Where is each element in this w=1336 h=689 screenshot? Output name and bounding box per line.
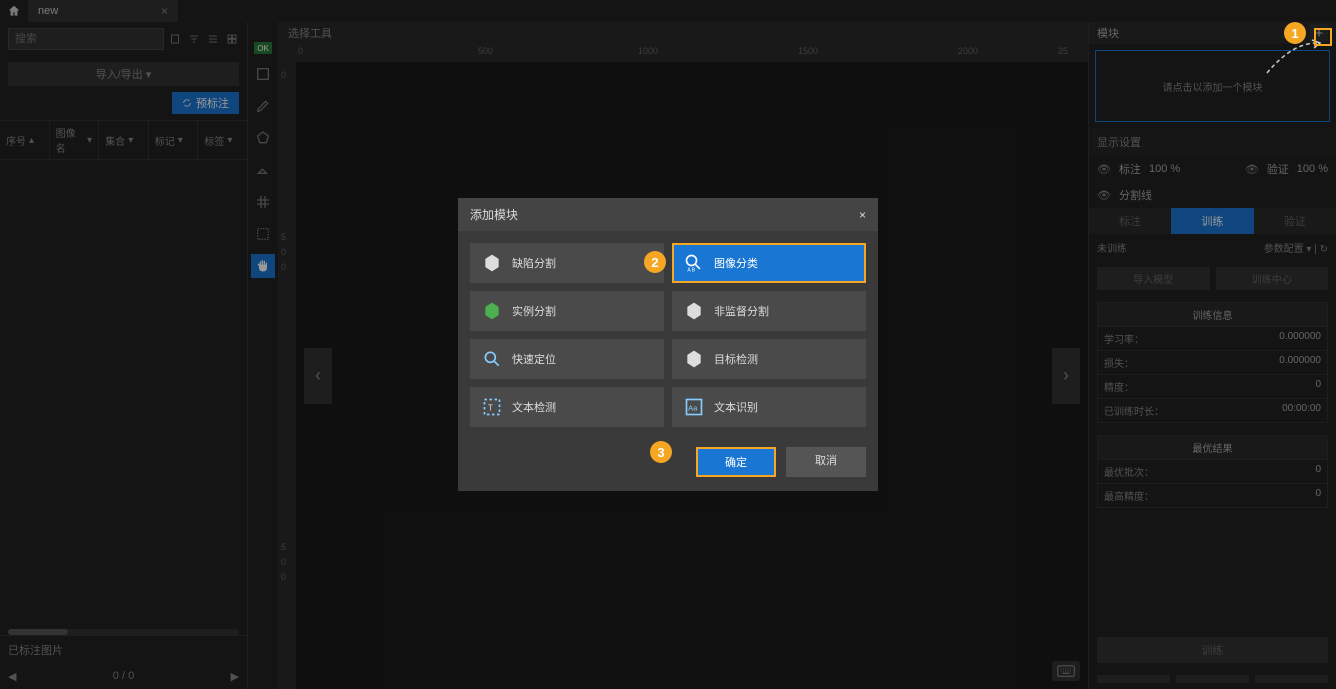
magnifier-icon xyxy=(482,349,502,369)
option-defect-segmentation[interactable]: 缺陷分割 xyxy=(470,243,664,283)
option-image-classification[interactable]: A B 图像分类 2 xyxy=(672,243,866,283)
text-detect-icon: T xyxy=(482,397,502,417)
add-module-dialog: 添加模块 × 缺陷分割 A B 图像分类 2 实例分割 非监督分割 xyxy=(458,198,878,491)
dialog-cancel-button[interactable]: 取消 xyxy=(786,447,866,477)
hexagon-icon xyxy=(684,301,704,321)
option-fast-localization[interactable]: 快速定位 xyxy=(470,339,664,379)
option-instance-segmentation[interactable]: 实例分割 xyxy=(470,291,664,331)
hexagon-icon xyxy=(684,349,704,369)
hexagon-green-icon xyxy=(482,301,502,321)
step-badge-2: 2 xyxy=(644,251,666,273)
step-1-highlight xyxy=(1314,28,1332,46)
dialog-overlay: 添加模块 × 缺陷分割 A B 图像分类 2 实例分割 非监督分割 xyxy=(0,0,1336,689)
option-text-detection[interactable]: T 文本检测 xyxy=(470,387,664,427)
svg-text:T: T xyxy=(488,402,493,412)
text-recog-icon: Aa xyxy=(684,397,704,417)
hexagon-icon xyxy=(482,253,502,273)
dialog-title-label: 添加模块 xyxy=(470,206,518,223)
option-text-recognition[interactable]: Aa 文本识别 xyxy=(672,387,866,427)
guide-arrow xyxy=(1262,38,1322,78)
svg-text:A B: A B xyxy=(687,267,695,273)
step-badge-3: 3 xyxy=(650,441,672,463)
dialog-ok-button[interactable]: 确定 xyxy=(696,447,776,477)
magnifier-icon: A B xyxy=(684,253,704,273)
dialog-close-button[interactable]: × xyxy=(859,208,866,222)
svg-text:Aa: Aa xyxy=(688,403,698,412)
step-badge-1: 1 xyxy=(1284,22,1306,44)
option-object-detection[interactable]: 目标检测 xyxy=(672,339,866,379)
option-unsupervised-segmentation[interactable]: 非监督分割 xyxy=(672,291,866,331)
